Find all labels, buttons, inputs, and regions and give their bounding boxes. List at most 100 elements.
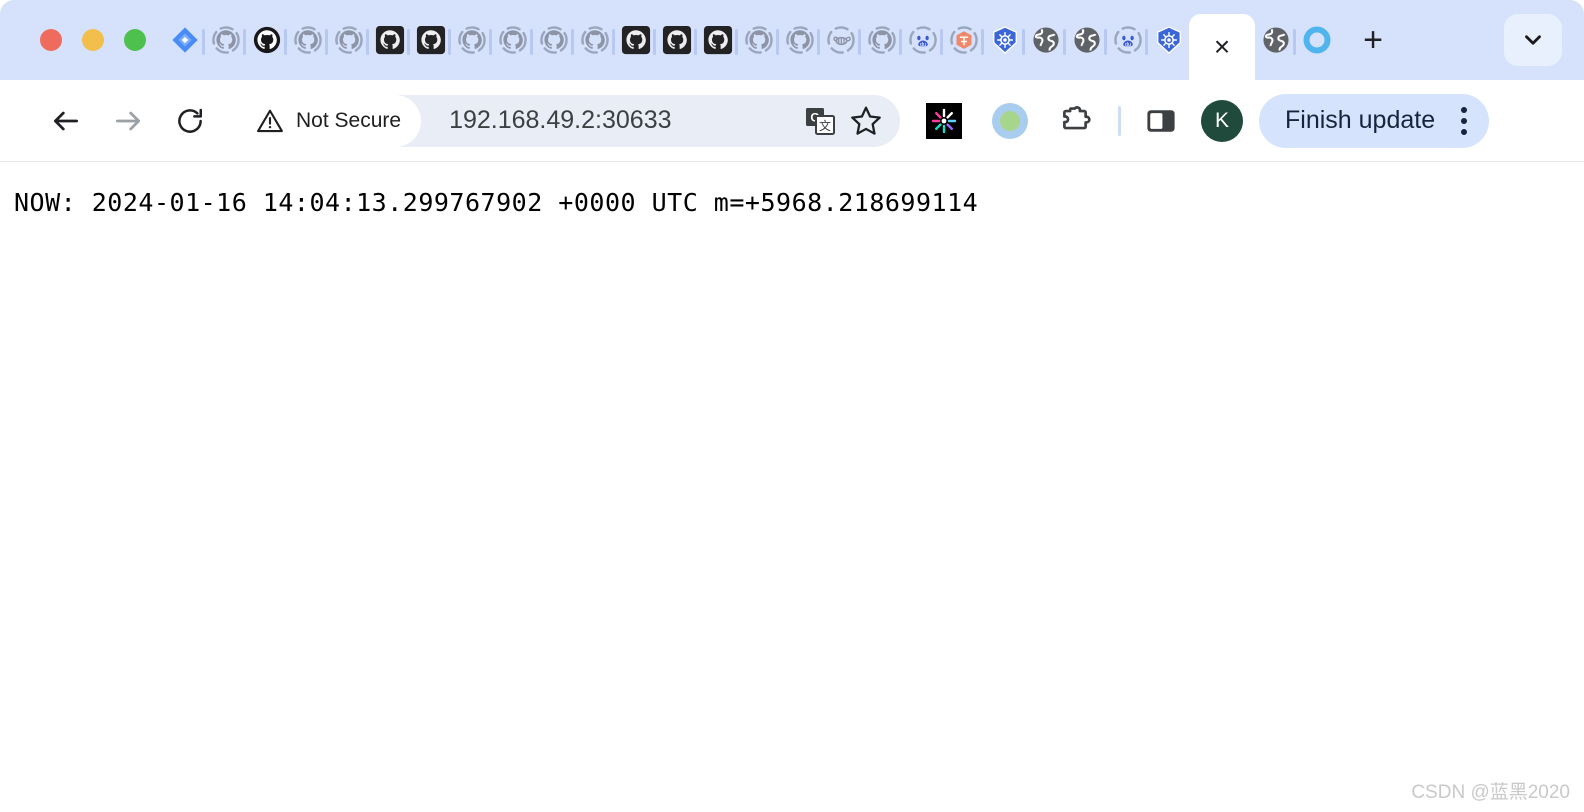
tab-search-button[interactable] bbox=[1504, 14, 1562, 66]
github-square-icon bbox=[703, 25, 732, 55]
github-loading-icon bbox=[580, 26, 609, 54]
tab-item[interactable] bbox=[410, 7, 451, 73]
tab-item[interactable] bbox=[369, 7, 410, 73]
back-button[interactable] bbox=[40, 95, 92, 147]
finish-update-button[interactable]: Finish update bbox=[1259, 93, 1490, 148]
green-circle-extension-icon bbox=[992, 102, 1028, 139]
github-loading-icon bbox=[539, 26, 568, 54]
github-square-icon bbox=[621, 25, 650, 55]
security-status-badge[interactable]: Not Secure bbox=[240, 94, 422, 147]
tab-item[interactable] bbox=[615, 7, 656, 73]
browser-menu-button[interactable] bbox=[1453, 106, 1475, 135]
kebab-dot bbox=[1461, 128, 1468, 135]
finish-update-label: Finish update bbox=[1285, 106, 1436, 134]
star-icon bbox=[851, 106, 881, 135]
globe-icon bbox=[1032, 27, 1059, 53]
window-traffic-lights bbox=[0, 29, 164, 51]
tab-strip: du du × + bbox=[0, 0, 1584, 80]
tab-item[interactable] bbox=[697, 7, 738, 73]
kebab-dot bbox=[1461, 117, 1468, 124]
toolbar-divider bbox=[1118, 105, 1121, 136]
sparkle-extension-icon bbox=[926, 102, 962, 139]
profile-avatar[interactable]: K bbox=[1201, 99, 1243, 142]
globe-icon bbox=[1073, 27, 1100, 53]
new-tab-button[interactable]: + bbox=[1349, 16, 1397, 64]
extension-sparkle-button[interactable] bbox=[918, 95, 970, 147]
baidu-loading-icon: du bbox=[1113, 26, 1142, 54]
github-loading-icon bbox=[744, 26, 773, 54]
svg-text:du: du bbox=[1124, 42, 1130, 48]
google-translate-glyph: G 文 bbox=[806, 107, 835, 135]
extensions-button[interactable] bbox=[1050, 95, 1102, 147]
tab-item[interactable] bbox=[328, 7, 369, 73]
github-loading-icon bbox=[457, 26, 486, 54]
tab-item[interactable] bbox=[738, 7, 779, 73]
browser-toolbar: Not Secure 192.168.49.2:30633 G 文 bbox=[0, 80, 1584, 162]
forward-button bbox=[102, 95, 154, 147]
tab-item[interactable] bbox=[1025, 7, 1066, 73]
svg-text:文: 文 bbox=[819, 118, 831, 133]
tab-item[interactable] bbox=[656, 7, 697, 73]
tab-item[interactable] bbox=[1148, 7, 1189, 73]
toolbar-actions: K Finish update bbox=[918, 93, 1490, 148]
watermark: CSDN @蓝黑2020 bbox=[1411, 782, 1570, 803]
bookmark-star-icon[interactable] bbox=[848, 103, 884, 139]
chevron-down-icon bbox=[1525, 35, 1541, 45]
page-content: NOW: 2024-01-16 14:04:13.299767902 +0000… bbox=[0, 162, 1584, 812]
warning-triangle-icon bbox=[257, 109, 283, 132]
tab-item[interactable] bbox=[533, 7, 574, 73]
tab-item[interactable] bbox=[287, 7, 328, 73]
active-tab[interactable]: × bbox=[1189, 14, 1255, 80]
window-maximize-button[interactable] bbox=[124, 29, 146, 51]
puzzle-piece-icon bbox=[1063, 105, 1091, 129]
tab-item[interactable] bbox=[246, 7, 287, 73]
github-dark-circle-icon bbox=[253, 26, 280, 54]
tab-item[interactable]: du bbox=[1107, 7, 1148, 73]
browser-window: du du × + Not Secure 192.168.49.2:30633 … bbox=[0, 0, 1584, 812]
github-loading-icon bbox=[867, 26, 896, 54]
kebab-dot bbox=[1461, 106, 1468, 113]
url-text[interactable]: 192.168.49.2:30633 bbox=[449, 106, 792, 135]
tab-item[interactable] bbox=[1066, 7, 1107, 73]
window-close-button[interactable] bbox=[40, 29, 62, 51]
tab-item[interactable]: du bbox=[902, 7, 943, 73]
tab-item[interactable] bbox=[205, 7, 246, 73]
window-minimize-button[interactable] bbox=[82, 29, 104, 51]
tab-list: du du bbox=[164, 0, 1189, 80]
reload-icon bbox=[178, 108, 202, 133]
orange-hexagon-loading-icon bbox=[949, 26, 978, 54]
tab-item[interactable] bbox=[943, 7, 984, 73]
tab-list-trailing bbox=[1255, 0, 1337, 80]
github-loading-icon bbox=[293, 26, 322, 54]
side-panel-icon bbox=[1147, 109, 1175, 132]
tab-item[interactable] bbox=[451, 7, 492, 73]
github-loading-icon bbox=[211, 26, 240, 54]
github-square-icon bbox=[662, 25, 691, 55]
tab-item[interactable] bbox=[164, 7, 205, 73]
plus-icon: + bbox=[1363, 21, 1383, 59]
tab-item[interactable] bbox=[779, 7, 820, 73]
avatar-initial: K bbox=[1214, 108, 1229, 132]
address-bar[interactable]: Not Secure 192.168.49.2:30633 G 文 bbox=[240, 94, 900, 147]
bee-loading-icon bbox=[826, 26, 855, 54]
github-loading-icon bbox=[785, 26, 814, 54]
tab-item[interactable] bbox=[820, 7, 861, 73]
tab-item[interactable] bbox=[574, 7, 615, 73]
close-icon[interactable]: × bbox=[1214, 33, 1230, 61]
google-translate-icon[interactable]: G 文 bbox=[802, 103, 838, 139]
github-square-icon bbox=[375, 25, 404, 55]
github-loading-icon bbox=[334, 26, 363, 54]
jira-icon bbox=[171, 27, 198, 53]
baidu-loading-icon: du bbox=[908, 26, 937, 54]
svg-text:du: du bbox=[919, 42, 925, 48]
tab-item[interactable] bbox=[492, 7, 533, 73]
arrow-right-icon bbox=[116, 111, 140, 130]
tab-item[interactable] bbox=[1255, 7, 1296, 73]
tab-item[interactable] bbox=[984, 7, 1025, 73]
globe-icon bbox=[1262, 27, 1289, 53]
tab-item[interactable] bbox=[861, 7, 902, 73]
extension-green-circle-button[interactable] bbox=[984, 95, 1036, 147]
reload-button[interactable] bbox=[164, 95, 216, 147]
tab-item[interactable] bbox=[1296, 7, 1337, 73]
side-panel-button[interactable] bbox=[1135, 95, 1187, 147]
